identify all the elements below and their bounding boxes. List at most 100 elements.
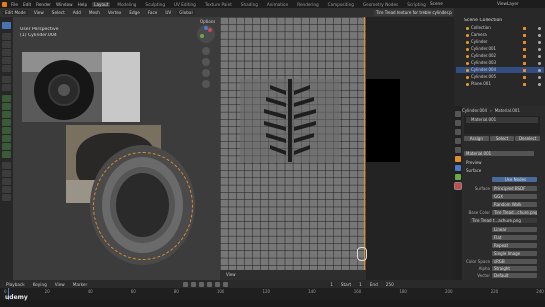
uv-menu[interactable]: UV: [163, 10, 173, 15]
output-tab-icon[interactable]: [455, 129, 461, 135]
spin-icon[interactable]: [2, 151, 11, 158]
object-tab-icon[interactable]: [455, 156, 461, 162]
image-name-field[interactable]: Tire Tread texture for treble cylinder.p…: [374, 9, 452, 16]
outliner-item[interactable]: Cylinder.004: [456, 67, 544, 73]
edge-slide-icon[interactable]: [2, 170, 11, 177]
color-space-select[interactable]: sRGB: [492, 259, 537, 264]
rip-icon[interactable]: [2, 194, 11, 201]
transform-orientation[interactable]: Global: [177, 10, 195, 15]
scale-icon[interactable]: [2, 57, 11, 64]
select-button[interactable]: Select: [489, 136, 515, 141]
transform-icon[interactable]: [2, 65, 11, 72]
workspace-tab-modeling[interactable]: Modeling: [115, 2, 138, 7]
move-icon[interactable]: [2, 41, 11, 48]
vertex-menu[interactable]: Vertex: [106, 10, 123, 15]
subsurface-method-select[interactable]: Random Walk: [492, 202, 537, 207]
view-menu[interactable]: View: [32, 10, 46, 15]
scene-tab-icon[interactable]: [455, 138, 461, 144]
outliner-item[interactable]: Cylinder.005: [456, 74, 544, 80]
distribution-select[interactable]: GGX: [492, 194, 537, 199]
tool-tab-icon[interactable]: [455, 111, 461, 117]
marker-menu[interactable]: Marker: [71, 282, 89, 287]
workspace-tab-shading[interactable]: Shading: [239, 2, 260, 7]
annotate-icon[interactable]: [2, 76, 11, 83]
navigation-gizmo[interactable]: [197, 25, 215, 43]
visibility-eye-icon[interactable]: [538, 61, 541, 65]
material-slot-list[interactable]: Material.001: [464, 116, 540, 134]
add-menu[interactable]: Add: [71, 10, 83, 15]
alpha-select[interactable]: Straight: [492, 266, 537, 271]
vector-select[interactable]: Default: [492, 273, 537, 278]
outliner-item[interactable]: Cylinder.003: [456, 60, 544, 66]
jump-start-icon[interactable]: [183, 281, 189, 287]
visibility-eye-icon[interactable]: [538, 68, 541, 72]
menu-edit[interactable]: Edit: [23, 2, 31, 7]
view-menu-timeline[interactable]: View: [53, 282, 67, 287]
next-key-icon[interactable]: [215, 281, 221, 287]
material-slot[interactable]: Material.001: [466, 117, 538, 123]
material-name-field[interactable]: Material.001: [464, 151, 534, 156]
projection-select[interactable]: Flat: [492, 235, 537, 240]
zoom-icon[interactable]: [202, 47, 210, 55]
visibility-eye-icon[interactable]: [538, 26, 541, 30]
workspace-tab-compositing[interactable]: Compositing: [326, 2, 356, 7]
workspace-tab-rendering[interactable]: Rendering: [295, 2, 320, 7]
menu-file[interactable]: File: [11, 2, 18, 7]
workspace-tab-scripting[interactable]: Scripting: [405, 2, 428, 7]
workspace-tab-sculpting[interactable]: Sculpting: [143, 2, 167, 7]
visibility-eye-icon[interactable]: [538, 33, 541, 37]
interpolation-select[interactable]: Linear: [492, 227, 537, 232]
source-select[interactable]: Single Image: [492, 251, 537, 256]
pan-hand-icon[interactable]: [202, 58, 210, 66]
jump-end-icon[interactable]: [223, 281, 229, 287]
menu-window[interactable]: Window: [56, 2, 73, 7]
data-tab-icon[interactable]: [455, 174, 461, 180]
camera-view-icon[interactable]: [202, 69, 210, 77]
mesh-menu[interactable]: Mesh: [87, 10, 102, 15]
deselect-button[interactable]: Deselect: [515, 136, 541, 141]
visibility-eye-icon[interactable]: [538, 54, 541, 58]
base-color-texture-field[interactable]: Tire Tread...chure.png: [492, 210, 537, 215]
image-texture-field[interactable]: Tire Tread t...achure.png: [470, 218, 537, 223]
start-frame-field[interactable]: 1: [357, 281, 364, 287]
menu-help[interactable]: Help: [78, 2, 88, 7]
extension-select[interactable]: Repeat: [492, 243, 537, 248]
outliner-item[interactable]: Plane.001: [456, 81, 544, 87]
outliner-item[interactable]: Cylinder.001: [456, 46, 544, 52]
render-tab-icon[interactable]: [455, 120, 461, 126]
visibility-eye-icon[interactable]: [538, 75, 541, 79]
uv-view-label[interactable]: View: [226, 272, 236, 278]
loop-cut-icon[interactable]: [2, 127, 11, 134]
extrude-icon[interactable]: [2, 103, 11, 110]
visibility-eye-icon[interactable]: [538, 40, 541, 44]
workspace-tab-uv-editing[interactable]: UV Editing: [172, 2, 198, 7]
select-menu[interactable]: Select: [50, 10, 67, 15]
shrink-icon[interactable]: [2, 178, 11, 185]
add-cube-icon[interactable]: [2, 95, 11, 102]
ortho-grid-icon[interactable]: [202, 80, 210, 88]
viewlayer-selector[interactable]: ViewLayer: [497, 1, 519, 7]
workspace-tab-layout[interactable]: Layout: [92, 1, 111, 7]
end-frame-field[interactable]: 250: [383, 281, 396, 287]
menu-render[interactable]: Render: [36, 2, 51, 7]
cursor-icon[interactable]: [2, 33, 11, 40]
outliner-item[interactable]: Cylinder.002: [456, 53, 544, 59]
face-menu[interactable]: Face: [146, 10, 159, 15]
current-frame-field[interactable]: 1: [328, 281, 335, 287]
edge-menu[interactable]: Edge: [127, 10, 142, 15]
play-icon[interactable]: [207, 281, 213, 287]
assign-button[interactable]: Assign: [464, 136, 489, 141]
preview-panel-header[interactable]: Preview: [466, 160, 482, 166]
scene-selector[interactable]: Scene: [430, 1, 443, 7]
visibility-eye-icon[interactable]: [538, 82, 541, 86]
knife-icon[interactable]: [2, 135, 11, 142]
keying-menu[interactable]: Keying: [31, 282, 49, 287]
blender-logo-icon[interactable]: [2, 1, 7, 7]
workspace-tab-texture-paint[interactable]: Texture Paint: [203, 2, 234, 7]
playback-menu[interactable]: Playback: [4, 282, 27, 287]
surface-panel-header[interactable]: Surface: [466, 168, 481, 174]
workspace-tab-animation[interactable]: Animation: [265, 2, 290, 7]
prev-key-icon[interactable]: [191, 281, 197, 287]
material-tab-icon[interactable]: [454, 182, 462, 190]
world-tab-icon[interactable]: [455, 147, 461, 153]
